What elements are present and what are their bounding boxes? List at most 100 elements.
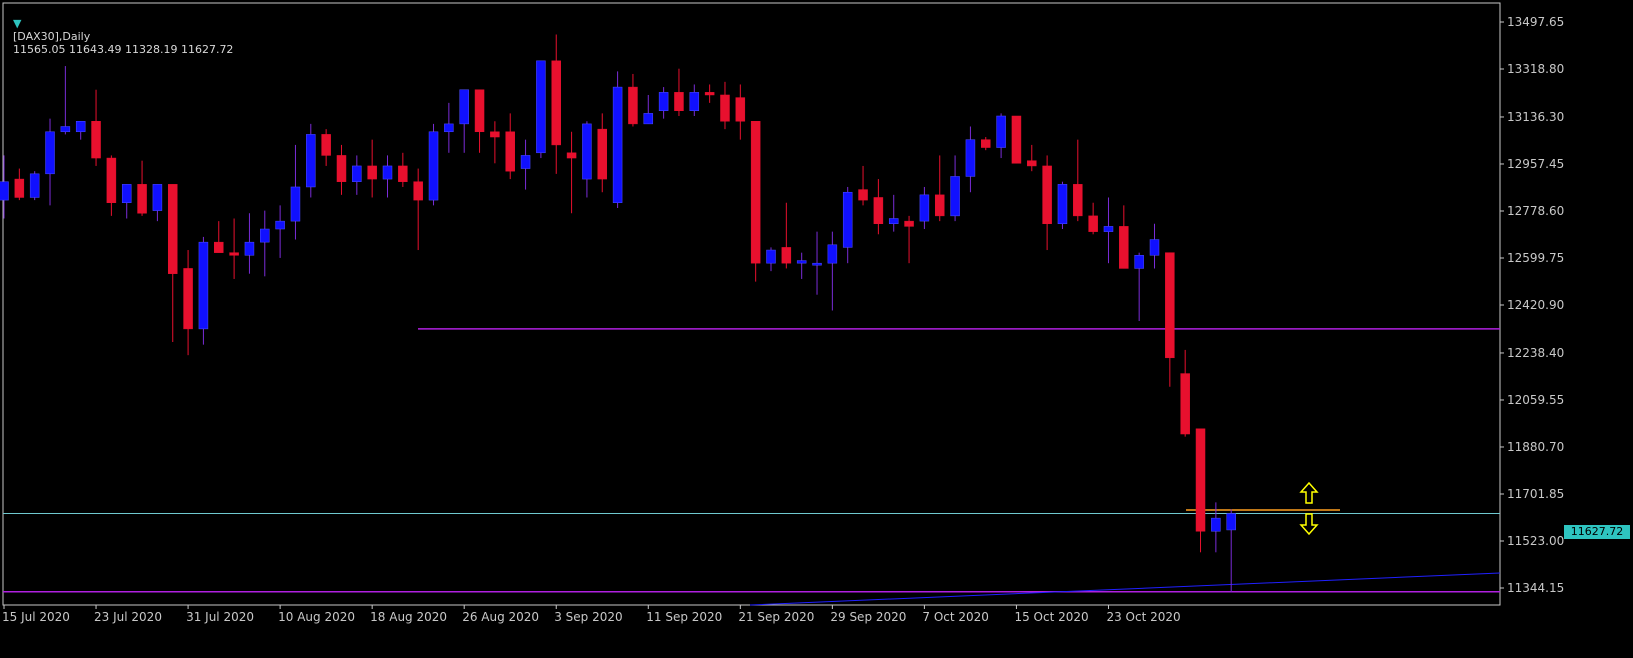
candle-body[interactable]: [167, 184, 178, 274]
trend-line[interactable]: [749, 572, 1501, 606]
candle-body[interactable]: [781, 247, 792, 264]
candle-body[interactable]: [428, 131, 439, 201]
candle-body[interactable]: [1027, 160, 1037, 167]
candle-body[interactable]: [1226, 513, 1236, 531]
symbol-label: [DAX30],Daily: [13, 30, 91, 43]
candle-body[interactable]: [1211, 517, 1221, 532]
candle-body[interactable]: [75, 121, 86, 133]
candle-body[interactable]: [352, 165, 362, 182]
candle-body[interactable]: [1042, 165, 1052, 225]
candle-body[interactable]: [919, 194, 930, 222]
candle-body[interactable]: [14, 178, 25, 198]
candle-body[interactable]: [689, 92, 700, 111]
candle-body[interactable]: [1119, 226, 1129, 269]
candle-body[interactable]: [965, 139, 976, 177]
candle-body[interactable]: [720, 94, 730, 122]
candle-body[interactable]: [1103, 226, 1114, 232]
candle-body[interactable]: [214, 241, 224, 253]
candle-body[interactable]: [0, 181, 9, 201]
candle-body[interactable]: [367, 165, 377, 180]
candle-body[interactable]: [766, 249, 776, 264]
y-tick-label: 12599.75: [1507, 251, 1564, 265]
candle-body[interactable]: [505, 131, 515, 172]
candle-body[interactable]: [229, 252, 239, 256]
candle-body[interactable]: [858, 189, 868, 201]
candle-body[interactable]: [1165, 252, 1175, 359]
candle-body[interactable]: [536, 60, 546, 154]
candle-body[interactable]: [413, 181, 423, 201]
candle-body[interactable]: [260, 228, 270, 243]
candle-body[interactable]: [398, 165, 408, 182]
candle-body[interactable]: [996, 115, 1006, 148]
candle-body[interactable]: [735, 97, 746, 122]
x-tick-label: 18 Aug 2020: [370, 610, 447, 624]
candle-body[interactable]: [244, 241, 255, 256]
candle-body[interactable]: [1149, 239, 1160, 256]
y-tick-label: 11344.15: [1507, 581, 1564, 595]
collapse-triangle-icon[interactable]: ▼: [13, 17, 21, 30]
candlestick-chart[interactable]: 13497.65 13318.80 13136.30 12957.45 12778.60…: [0, 0, 1633, 654]
candle-body[interactable]: [1011, 115, 1022, 164]
candle-body[interactable]: [121, 184, 132, 203]
candle-body[interactable]: [658, 92, 669, 111]
candle-body[interactable]: [45, 131, 55, 175]
down-arrow-icon[interactable]: [1299, 513, 1319, 536]
x-tick-label: 15 Jul 2020: [2, 610, 70, 624]
candle-body[interactable]: [60, 126, 71, 133]
candle-body[interactable]: [904, 220, 914, 227]
candle-body[interactable]: [336, 155, 347, 182]
candle-body[interactable]: [750, 121, 761, 264]
candle-body[interactable]: [643, 113, 654, 125]
x-tick-label: 7 Oct 2020: [922, 610, 989, 624]
candle-body[interactable]: [827, 244, 838, 264]
candle-body[interactable]: [306, 134, 316, 188]
candle-body[interactable]: [474, 89, 485, 133]
candle-body[interactable]: [1180, 373, 1190, 435]
y-tick-label: 11880.70: [1507, 440, 1564, 454]
chart-header: ▼ [DAX30],Daily 11565.05 11643.49 11328.…: [6, 4, 233, 56]
y-tick-label: 12778.60: [1507, 204, 1564, 218]
y-tick-label: 12059.55: [1507, 393, 1564, 407]
candle-body[interactable]: [934, 194, 945, 217]
candle-body[interactable]: [981, 139, 991, 148]
candle-body[interactable]: [704, 92, 715, 96]
candle-body[interactable]: [888, 218, 899, 225]
candle-body[interactable]: [597, 128, 608, 180]
candle-body[interactable]: [812, 262, 822, 266]
candle-body[interactable]: [29, 173, 40, 198]
candle-body[interactable]: [490, 131, 500, 138]
x-tick-label: 3 Sep 2020: [554, 610, 622, 624]
candle-body[interactable]: [873, 197, 884, 225]
candle-body[interactable]: [612, 86, 623, 203]
candle-body[interactable]: [459, 89, 469, 125]
candle-body[interactable]: [842, 191, 853, 248]
y-tick-label: 13136.30: [1507, 110, 1564, 124]
up-arrow-icon[interactable]: [1299, 481, 1319, 504]
candle-body[interactable]: [1073, 184, 1083, 217]
candle-body[interactable]: [152, 184, 163, 211]
candle-body[interactable]: [1195, 428, 1206, 532]
candle-body[interactable]: [1134, 255, 1144, 269]
candle-body[interactable]: [582, 123, 592, 180]
candle-body[interactable]: [106, 157, 117, 203]
candle-body[interactable]: [1088, 215, 1098, 232]
y-tick-label: 12420.90: [1507, 298, 1564, 312]
candle-body[interactable]: [137, 184, 147, 214]
candle-body[interactable]: [290, 186, 301, 222]
chart-area[interactable]: 13497.65 13318.80 13136.30 12957.45 12778.60…: [0, 0, 1633, 654]
candle-body[interactable]: [551, 60, 561, 146]
candle-body[interactable]: [275, 220, 285, 230]
candle-body[interactable]: [198, 241, 209, 330]
candle-body[interactable]: [1057, 184, 1068, 225]
candle-body[interactable]: [520, 155, 531, 169]
candle-body[interactable]: [321, 134, 331, 156]
candle-body[interactable]: [183, 268, 193, 330]
candle-body[interactable]: [91, 121, 101, 159]
candle-body[interactable]: [628, 86, 638, 125]
candle-body[interactable]: [444, 123, 454, 133]
candle-body[interactable]: [382, 165, 393, 180]
candle-body[interactable]: [950, 176, 960, 217]
candle-body[interactable]: [674, 92, 684, 111]
candle-body[interactable]: [796, 260, 807, 264]
candle-body[interactable]: [566, 152, 577, 159]
